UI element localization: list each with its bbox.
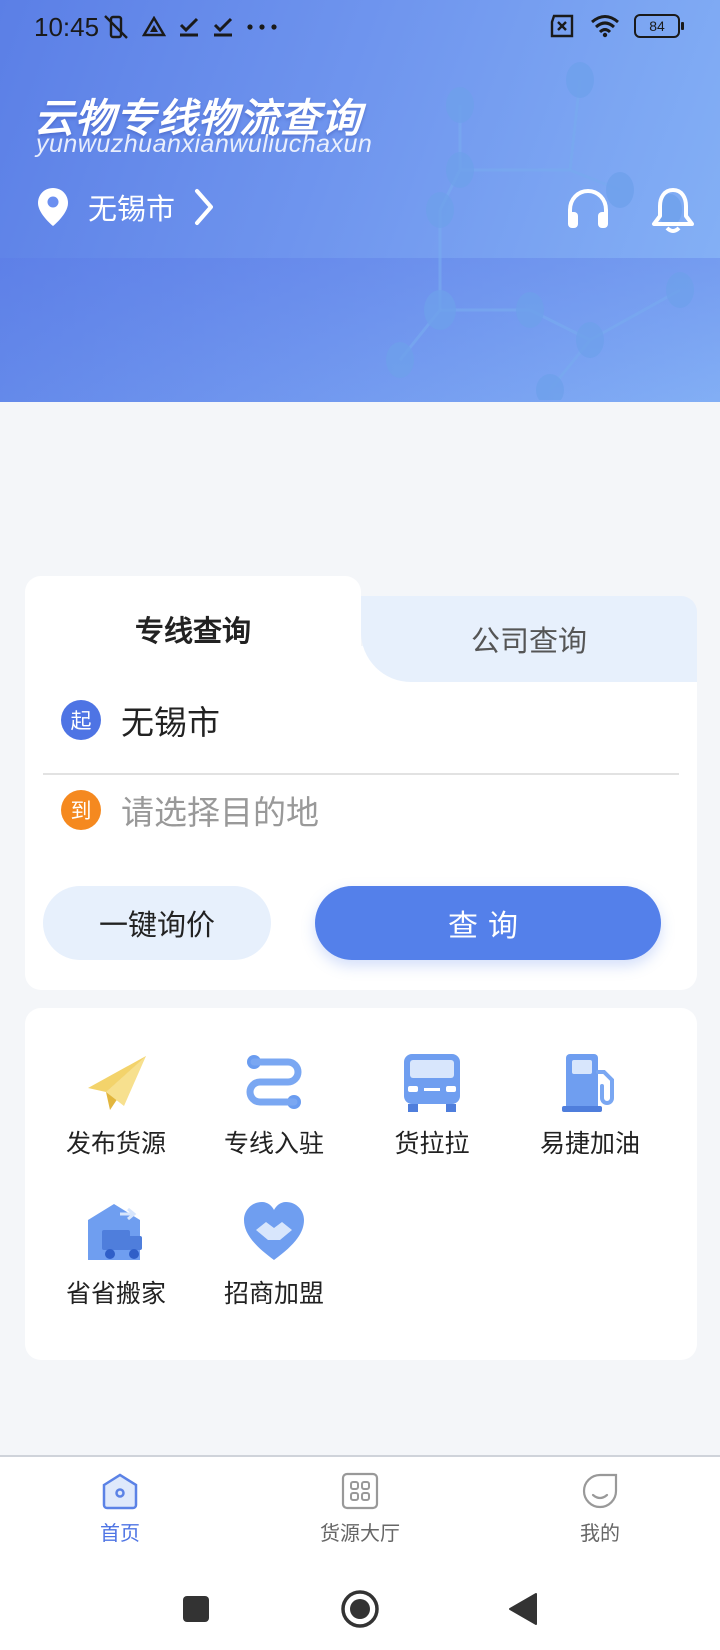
grid-icon [341,1472,379,1510]
location-selector[interactable]: 无锡市 [36,186,217,228]
check-icon [213,17,233,37]
nav-label: 首页 [100,1521,140,1545]
nav-label: 货源大厅 [320,1521,400,1545]
service-label: 省省搬家 [65,1279,166,1308]
service-yijie-fuel[interactable]: 易捷加油 [510,1050,670,1160]
query-button[interactable]: 查询 [315,886,661,960]
service-label: 发布货源 [65,1129,166,1158]
system-navigation-bar [0,1575,720,1650]
destination-field[interactable]: 到 请选择目的地 [61,786,661,834]
route-search-card: 公司查询 专线查询 起 无锡市 到 请选择目的地 一键询价 查询 [25,576,697,990]
bell-icon[interactable] [650,186,696,234]
status-time: 10:45 [34,12,100,42]
route-icon [246,1055,302,1109]
headset-icon[interactable] [564,186,612,232]
nav-label: 我的 [580,1521,620,1545]
location-pin-icon [38,188,68,226]
services-grid: 发布货源 专线入驻 货拉拉 易捷加油 省省搬家 招商加盟 [25,1008,697,1360]
drive-icon [142,16,166,37]
quick-quote-button[interactable]: 一键询价 [43,886,271,960]
recents-icon[interactable] [182,1595,210,1623]
profile-icon [582,1473,618,1509]
more-dots-icon [247,24,277,30]
app-subtitle: yunwuzhuanxianwuliuchaxun [36,130,373,158]
battery-icon: 84 [634,14,684,38]
header-actions [564,186,696,234]
status-icons-right: 84 [548,14,684,38]
service-label: 专线入驻 [223,1129,324,1158]
wifi-icon [591,15,619,38]
moving-truck-icon [88,1204,142,1260]
field-divider [43,773,679,775]
home-icon [102,1473,138,1510]
destination-badge: 到 [61,790,101,830]
van-icon [404,1054,460,1112]
status-icons-left [102,14,278,40]
check-icon [179,17,199,37]
handshake-heart-icon [244,1202,304,1260]
service-franchise[interactable]: 招商加盟 [194,1200,354,1310]
service-huolala[interactable]: 货拉拉 [352,1050,512,1160]
status-bar: 10:45 84 [0,0,720,56]
location-city: 无锡市 [88,192,176,226]
origin-badge: 起 [61,700,101,740]
origin-value: 无锡市 [121,703,220,742]
back-icon[interactable] [508,1592,538,1626]
bottom-tab-bar: 首页 货源大厅 我的 [0,1455,720,1577]
nav-cargo-hall[interactable]: 货源大厅 [270,1471,450,1546]
tab-line-query[interactable]: 专线查询 [25,576,361,682]
header-banner: 10:45 84 云物专线物流查询 yunwuzhuanxianwuliucha… [0,0,720,402]
search-tabs: 公司查询 专线查询 [25,576,697,682]
service-label: 货拉拉 [394,1129,470,1158]
chevron-right-icon [195,189,214,225]
nav-profile[interactable]: 我的 [510,1471,690,1546]
service-label: 易捷加油 [539,1129,640,1158]
service-label: 招商加盟 [223,1279,324,1308]
home-circle-icon[interactable] [340,1589,380,1629]
origin-field[interactable]: 起 无锡市 [61,696,661,744]
nav-home[interactable]: 首页 [30,1471,210,1546]
service-line-join[interactable]: 专线入驻 [194,1050,354,1160]
service-moving[interactable]: 省省搬家 [36,1200,196,1310]
paper-plane-icon [88,1056,146,1110]
fuel-pump-icon [562,1054,614,1112]
service-publish-cargo[interactable]: 发布货源 [36,1050,196,1160]
tab-company-query[interactable]: 公司查询 [361,596,697,682]
sim-off-icon [550,14,574,38]
vibrate-off-icon [104,15,128,39]
destination-placeholder: 请选择目的地 [121,793,319,832]
